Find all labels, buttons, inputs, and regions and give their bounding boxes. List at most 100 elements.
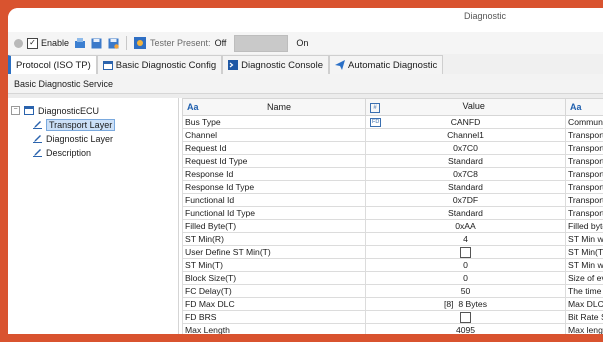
row-value-cell[interactable] [365, 310, 566, 325]
value-text: Standard [448, 156, 483, 166]
import-icon[interactable] [73, 37, 86, 49]
table-row[interactable]: Functional Id 0x7DF Transport [182, 193, 603, 207]
row-value-cell[interactable]: FD CANFD [365, 115, 566, 129]
row-value-cell[interactable]: Channel1 [365, 128, 566, 142]
table-row[interactable]: User Define ST Min(T) ST Min(T) [182, 244, 603, 260]
value-text: 4095 [455, 325, 476, 334]
value-text: 0x7C0 [453, 143, 478, 153]
value-text: Channel1 [447, 130, 484, 140]
table-row[interactable]: FD Max DLC [8] 8 Bytes Max DLC [182, 297, 603, 312]
comment-column-header[interactable]: Aa [565, 98, 603, 116]
row-name-cell: Functional Id [182, 193, 366, 207]
table-row[interactable]: Channel Channel1 Transport [182, 128, 603, 142]
settings-icon[interactable] [133, 37, 146, 49]
row-value-cell[interactable]: Standard [365, 154, 566, 168]
tester-present-off-label: Off [214, 38, 227, 48]
title-bar: Diagnostic [8, 8, 603, 32]
row-comment-cell: Max DLC [565, 297, 603, 312]
row-value-cell[interactable]: 0 [365, 258, 566, 273]
row-value-cell[interactable]: 4095 [365, 323, 566, 334]
table-row[interactable]: FC Delay(T) 50 The time I [182, 284, 603, 299]
application-window: Diagnostic Enable Tester Present: Off On… [8, 8, 603, 334]
value-column-header[interactable]: # Value [365, 98, 566, 116]
row-name-cell: Request Id [182, 141, 366, 155]
row-value-cell[interactable]: 0x7DF [365, 193, 566, 207]
row-value-cell[interactable] [365, 244, 566, 260]
value-text: Standard [448, 182, 483, 192]
tree-root-diagnosticecu[interactable]: − DiagnosticECU [11, 104, 99, 117]
row-comment-cell: ST Min(T) [565, 244, 603, 260]
row-value-cell[interactable]: Standard [365, 206, 566, 220]
row-name-cell: ST Min(R) [182, 232, 366, 246]
send-icon [334, 60, 345, 70]
table-row[interactable]: Request Id 0x7C0 Transport [182, 141, 603, 155]
section-header: Basic Diagnostic Service [8, 74, 603, 94]
enable-checkbox[interactable] [27, 37, 38, 49]
tree-view: − DiagnosticECU Transport Layer Diagnost… [8, 98, 179, 334]
row-value-cell[interactable]: 0x7C0 [365, 141, 566, 155]
collapse-icon[interactable]: − [11, 106, 20, 115]
tree-item-diagnostic-layer[interactable]: Diagnostic Layer [33, 132, 113, 145]
save-icon[interactable] [90, 37, 103, 49]
value-text: 4 [463, 234, 468, 244]
value-text: 50 [460, 286, 471, 297]
row-comment-cell: Max lengt [565, 323, 603, 334]
row-value-cell[interactable]: [8] 8 Bytes [365, 297, 566, 312]
value-checkbox[interactable] [460, 312, 471, 323]
row-value-cell[interactable]: 0 [365, 271, 566, 286]
row-comment-cell: Filled byte [565, 219, 603, 233]
row-name-cell: Response Id [182, 167, 366, 181]
edit-icon [33, 135, 42, 143]
table-row[interactable]: Filled Byte(T) 0xAA Filled byte [182, 219, 603, 233]
value-text: Standard [448, 208, 483, 218]
row-name-cell: Channel [182, 128, 366, 142]
properties-table-container: Aa Name # Value Aa Bus Type FD CANFD Commun… [182, 98, 603, 334]
table-row[interactable]: Request Id Type Standard Transport [182, 154, 603, 168]
row-name-cell: ST Min(T) [182, 258, 366, 273]
row-value-cell[interactable]: Standard [365, 180, 566, 194]
value-checkbox[interactable] [460, 247, 471, 258]
value-text: 0xAA [455, 221, 476, 231]
row-comment-cell: Communi [565, 115, 603, 129]
table-row[interactable]: Response Id Type Standard Transport [182, 180, 603, 194]
tree-label: DiagnosticECU [38, 105, 100, 116]
tab-basic-diagnostic-config[interactable]: Basic Diagnostic Config [96, 55, 223, 74]
text-type-icon: Aa [570, 102, 582, 112]
tester-present-switch[interactable] [234, 34, 289, 52]
row-name-cell: Bus Type [182, 115, 366, 129]
tree-item-description[interactable]: Description [33, 146, 91, 159]
tab-automatic-diagnostic[interactable]: Automatic Diagnostic [328, 55, 444, 74]
row-value-cell[interactable]: 4 [365, 232, 566, 246]
console-icon [228, 60, 239, 70]
table-row[interactable]: Max Length 4095 Max lengt [182, 323, 603, 334]
row-name-cell: FD BRS [182, 310, 366, 325]
table-row[interactable]: ST Min(T) 0 ST Min wh [182, 258, 603, 273]
enable-label: Enable [41, 38, 70, 48]
row-value-cell[interactable]: 50 [365, 284, 566, 299]
table-row[interactable]: Block Size(T) 0 Size of eve [182, 271, 603, 286]
row-value-cell[interactable]: 0xAA [365, 219, 566, 233]
value-text: 0x7DF [452, 195, 479, 205]
value-text: 0 [463, 273, 468, 284]
tab-protocol-iso-tp[interactable]: Protocol (ISO TP) [8, 55, 97, 74]
fd-badge-icon: FD [370, 118, 382, 127]
row-comment-cell: The time I [565, 284, 603, 299]
tree-item-transport-layer[interactable]: Transport Layer [33, 118, 116, 131]
table-row[interactable]: Response Id 0x7C8 Transport [182, 167, 603, 181]
table-row[interactable]: ST Min(R) 4 ST Min wh [182, 232, 603, 246]
name-column-header[interactable]: Aa Name [182, 98, 366, 116]
tab-label: Diagnostic Console [241, 59, 323, 71]
name-header-label: Name [267, 102, 292, 112]
number-type-icon: # [370, 103, 380, 113]
row-comment-cell: Transport [565, 206, 603, 220]
tab-diagnostic-console[interactable]: Diagnostic Console [222, 55, 329, 74]
window-icon [24, 106, 34, 115]
window-icon [102, 60, 113, 70]
tree-label: Transport Layer [46, 118, 116, 131]
row-value-cell[interactable]: 0x7C8 [365, 167, 566, 181]
table-row[interactable]: FD BRS Bit Rate S [182, 310, 603, 325]
table-row[interactable]: Bus Type FD CANFD Communi [182, 115, 603, 129]
table-row[interactable]: Functional Id Type Standard Transport [182, 206, 603, 220]
save-as-icon[interactable] [107, 37, 120, 49]
enable-toggle[interactable]: Enable [27, 34, 69, 52]
